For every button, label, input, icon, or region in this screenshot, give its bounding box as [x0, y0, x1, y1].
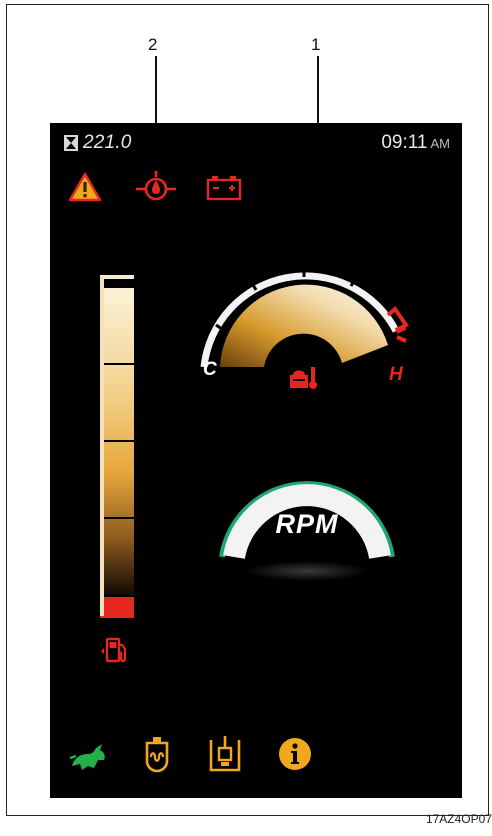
- hour-meter: 221.0: [64, 132, 132, 154]
- glow-plug-icon[interactable]: [140, 735, 174, 775]
- fuel-pump-icon: [101, 637, 127, 663]
- battery-icon: [206, 176, 242, 201]
- parking-brake-icon[interactable]: [208, 734, 242, 774]
- fuel-low-segment: [104, 597, 134, 617]
- clock-ampm: AM: [430, 136, 451, 151]
- dashboard-screen: 221.0 09:11 AM C H RPM: [50, 123, 462, 798]
- temp-hot-label: H: [389, 364, 403, 385]
- info-icon[interactable]: [276, 735, 314, 773]
- callout-label-1: 1: [311, 35, 321, 54]
- fuel-gauge: [100, 275, 134, 618]
- temp-cold-label: C: [203, 359, 217, 380]
- rpm-label: RPM: [275, 509, 339, 539]
- warning-triangle-icon: [68, 172, 102, 202]
- hour-meter-value: 221.0: [83, 132, 132, 153]
- clock: 09:11 AM: [381, 132, 450, 154]
- callout-label-2: 2: [148, 35, 158, 54]
- figure-code: 17AZ4OP07: [425, 812, 492, 826]
- rabbit-speed-mode-icon[interactable]: [68, 740, 108, 774]
- hourglass-icon: [64, 135, 78, 151]
- oil-pressure-icon: [136, 171, 176, 201]
- clock-time: 09:11: [381, 132, 428, 153]
